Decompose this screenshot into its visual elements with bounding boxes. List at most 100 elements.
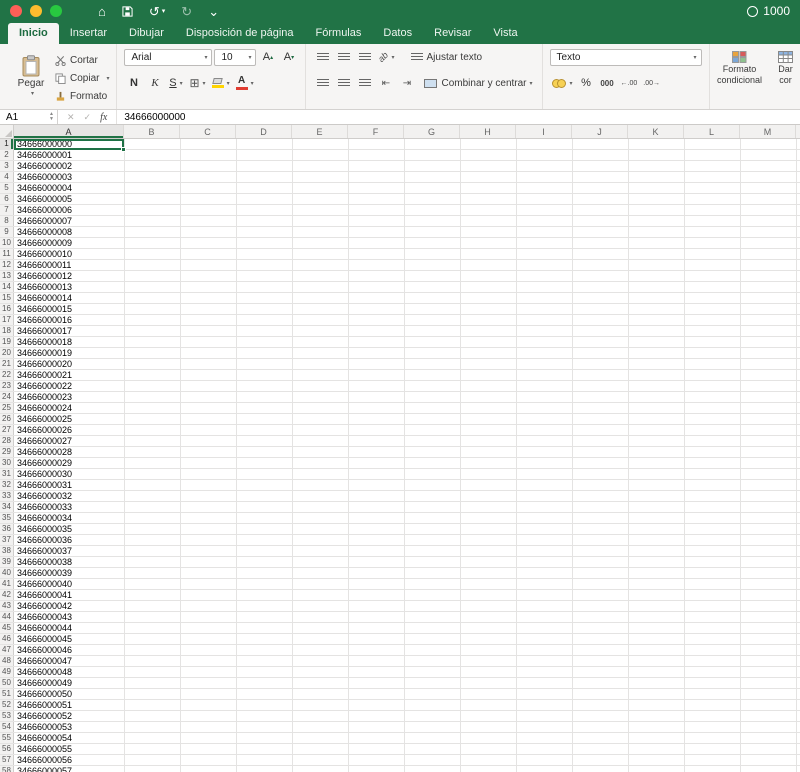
table-row[interactable]: 14 34666000013 <box>0 282 800 293</box>
cell-a27[interactable]: 34666000026 <box>14 425 124 435</box>
row-header[interactable]: 26 <box>0 414 14 424</box>
column-header-f[interactable]: F <box>348 125 404 138</box>
row-header[interactable]: 23 <box>0 381 14 391</box>
cell-a30[interactable]: 34666000029 <box>14 458 124 468</box>
table-row[interactable]: 24 34666000023 <box>0 392 800 403</box>
table-row[interactable]: 20 34666000019 <box>0 348 800 359</box>
fill-color-caret-icon[interactable]: ▾ <box>227 80 230 87</box>
cell-a19[interactable]: 34666000018 <box>14 337 124 347</box>
table-row[interactable]: 32 34666000031 <box>0 480 800 491</box>
column-header-l[interactable]: L <box>684 125 740 138</box>
cell-a39[interactable]: 34666000038 <box>14 557 124 567</box>
row-header[interactable]: 38 <box>0 546 14 556</box>
underline-caret-icon[interactable]: ▾ <box>180 80 183 87</box>
font-family-select[interactable]: Arial ▾ <box>124 48 213 66</box>
cell-a56[interactable]: 34666000055 <box>14 744 124 754</box>
table-row[interactable]: 6 34666000005 <box>0 194 800 205</box>
cell-a17[interactable]: 34666000016 <box>14 315 124 325</box>
table-row[interactable]: 10 34666000009 <box>0 238 800 249</box>
select-all-button[interactable] <box>0 125 14 138</box>
column-header-h[interactable]: H <box>460 125 516 138</box>
close-window-button[interactable] <box>10 5 22 17</box>
table-row[interactable]: 29 34666000028 <box>0 447 800 458</box>
column-header-m[interactable]: M <box>740 125 796 138</box>
table-row[interactable]: 5 34666000004 <box>0 183 800 194</box>
table-row[interactable]: 38 34666000037 <box>0 546 800 557</box>
underline-button[interactable]: S ▾ <box>166 75 185 92</box>
table-row[interactable]: 57 34666000056 <box>0 755 800 766</box>
row-header[interactable]: 55 <box>0 733 14 743</box>
row-header[interactable]: 48 <box>0 656 14 666</box>
cell-a6[interactable]: 34666000005 <box>14 194 124 204</box>
tab-datos[interactable]: Datos <box>372 23 423 44</box>
cell-a9[interactable]: 34666000008 <box>14 227 124 237</box>
table-row[interactable]: 7 34666000006 <box>0 205 800 216</box>
row-header[interactable]: 56 <box>0 744 14 754</box>
cell-a49[interactable]: 34666000048 <box>14 667 124 677</box>
row-header[interactable]: 1 <box>0 139 14 149</box>
row-header[interactable]: 57 <box>0 755 14 765</box>
cell-a35[interactable]: 34666000034 <box>14 513 124 523</box>
row-header[interactable]: 21 <box>0 359 14 369</box>
column-header-j[interactable]: J <box>572 125 628 138</box>
increase-decimal-button[interactable]: ←.00 <box>619 75 640 92</box>
row-header[interactable]: 28 <box>0 436 14 446</box>
table-row[interactable]: 42 34666000041 <box>0 590 800 601</box>
orientation-button[interactable]: ab ▾ <box>376 49 396 66</box>
cell-a58[interactable]: 34666000057 <box>14 766 124 772</box>
table-row[interactable]: 56 34666000055 <box>0 744 800 755</box>
align-left-button[interactable] <box>313 75 332 92</box>
cell-a45[interactable]: 34666000044 <box>14 623 124 633</box>
table-row[interactable]: 2 34666000001 <box>0 150 800 161</box>
table-row[interactable]: 34 34666000033 <box>0 502 800 513</box>
table-row[interactable]: 12 34666000011 <box>0 260 800 271</box>
row-header[interactable]: 44 <box>0 612 14 622</box>
row-header[interactable]: 8 <box>0 216 14 226</box>
table-row[interactable]: 35 34666000034 <box>0 513 800 524</box>
table-row[interactable]: 13 34666000012 <box>0 271 800 282</box>
wrap-text-button[interactable]: Ajustar texto <box>409 49 485 66</box>
table-row[interactable]: 51 34666000050 <box>0 689 800 700</box>
table-row[interactable]: 54 34666000053 <box>0 722 800 733</box>
table-row[interactable]: 8 34666000007 <box>0 216 800 227</box>
table-row[interactable]: 15 34666000014 <box>0 293 800 304</box>
row-header[interactable]: 58 <box>0 766 14 772</box>
row-header[interactable]: 15 <box>0 293 14 303</box>
accounting-format-button[interactable]: ▾ <box>550 75 575 92</box>
cell-a18[interactable]: 34666000017 <box>14 326 124 336</box>
name-box[interactable]: A1 ▲ ▼ <box>0 110 58 124</box>
row-header[interactable]: 14 <box>0 282 14 292</box>
cell-a43[interactable]: 34666000042 <box>14 601 124 611</box>
merge-center-button[interactable]: Combinar y centrar ▾ <box>422 75 534 92</box>
formula-input[interactable]: 34666000000 <box>117 112 185 123</box>
table-row[interactable]: 1 34666000000 <box>0 139 800 150</box>
format-painter-button[interactable]: Formato <box>55 89 109 105</box>
conditional-formatting-button[interactable]: Formato condicional <box>717 48 763 109</box>
column-header-b[interactable]: B <box>124 125 180 138</box>
row-header[interactable]: 17 <box>0 315 14 325</box>
cell-a48[interactable]: 34666000047 <box>14 656 124 666</box>
increase-indent-button[interactable]: ⇥ <box>397 75 416 92</box>
cell-a34[interactable]: 34666000033 <box>14 502 124 512</box>
cell-a44[interactable]: 34666000043 <box>14 612 124 622</box>
cell-a25[interactable]: 34666000024 <box>14 403 124 413</box>
merge-center-caret-icon[interactable]: ▾ <box>530 80 533 87</box>
cell-a55[interactable]: 34666000054 <box>14 733 124 743</box>
table-row[interactable]: 46 34666000045 <box>0 634 800 645</box>
cell-a31[interactable]: 34666000030 <box>14 469 124 479</box>
cell-a13[interactable]: 34666000012 <box>14 271 124 281</box>
row-header[interactable]: 39 <box>0 557 14 567</box>
row-header[interactable]: 51 <box>0 689 14 699</box>
cell-a2[interactable]: 34666000001 <box>14 150 124 160</box>
align-right-button[interactable] <box>355 75 374 92</box>
borders-button[interactable]: ⊞ ▾ <box>187 75 207 92</box>
table-row[interactable]: 43 34666000042 <box>0 601 800 612</box>
row-header[interactable]: 18 <box>0 326 14 336</box>
cell-a29[interactable]: 34666000028 <box>14 447 124 457</box>
tab-formulas[interactable]: Fórmulas <box>305 23 373 44</box>
row-header[interactable]: 6 <box>0 194 14 204</box>
table-row[interactable]: 40 34666000039 <box>0 568 800 579</box>
row-header[interactable]: 34 <box>0 502 14 512</box>
cell-a47[interactable]: 34666000046 <box>14 645 124 655</box>
row-header[interactable]: 11 <box>0 249 14 259</box>
